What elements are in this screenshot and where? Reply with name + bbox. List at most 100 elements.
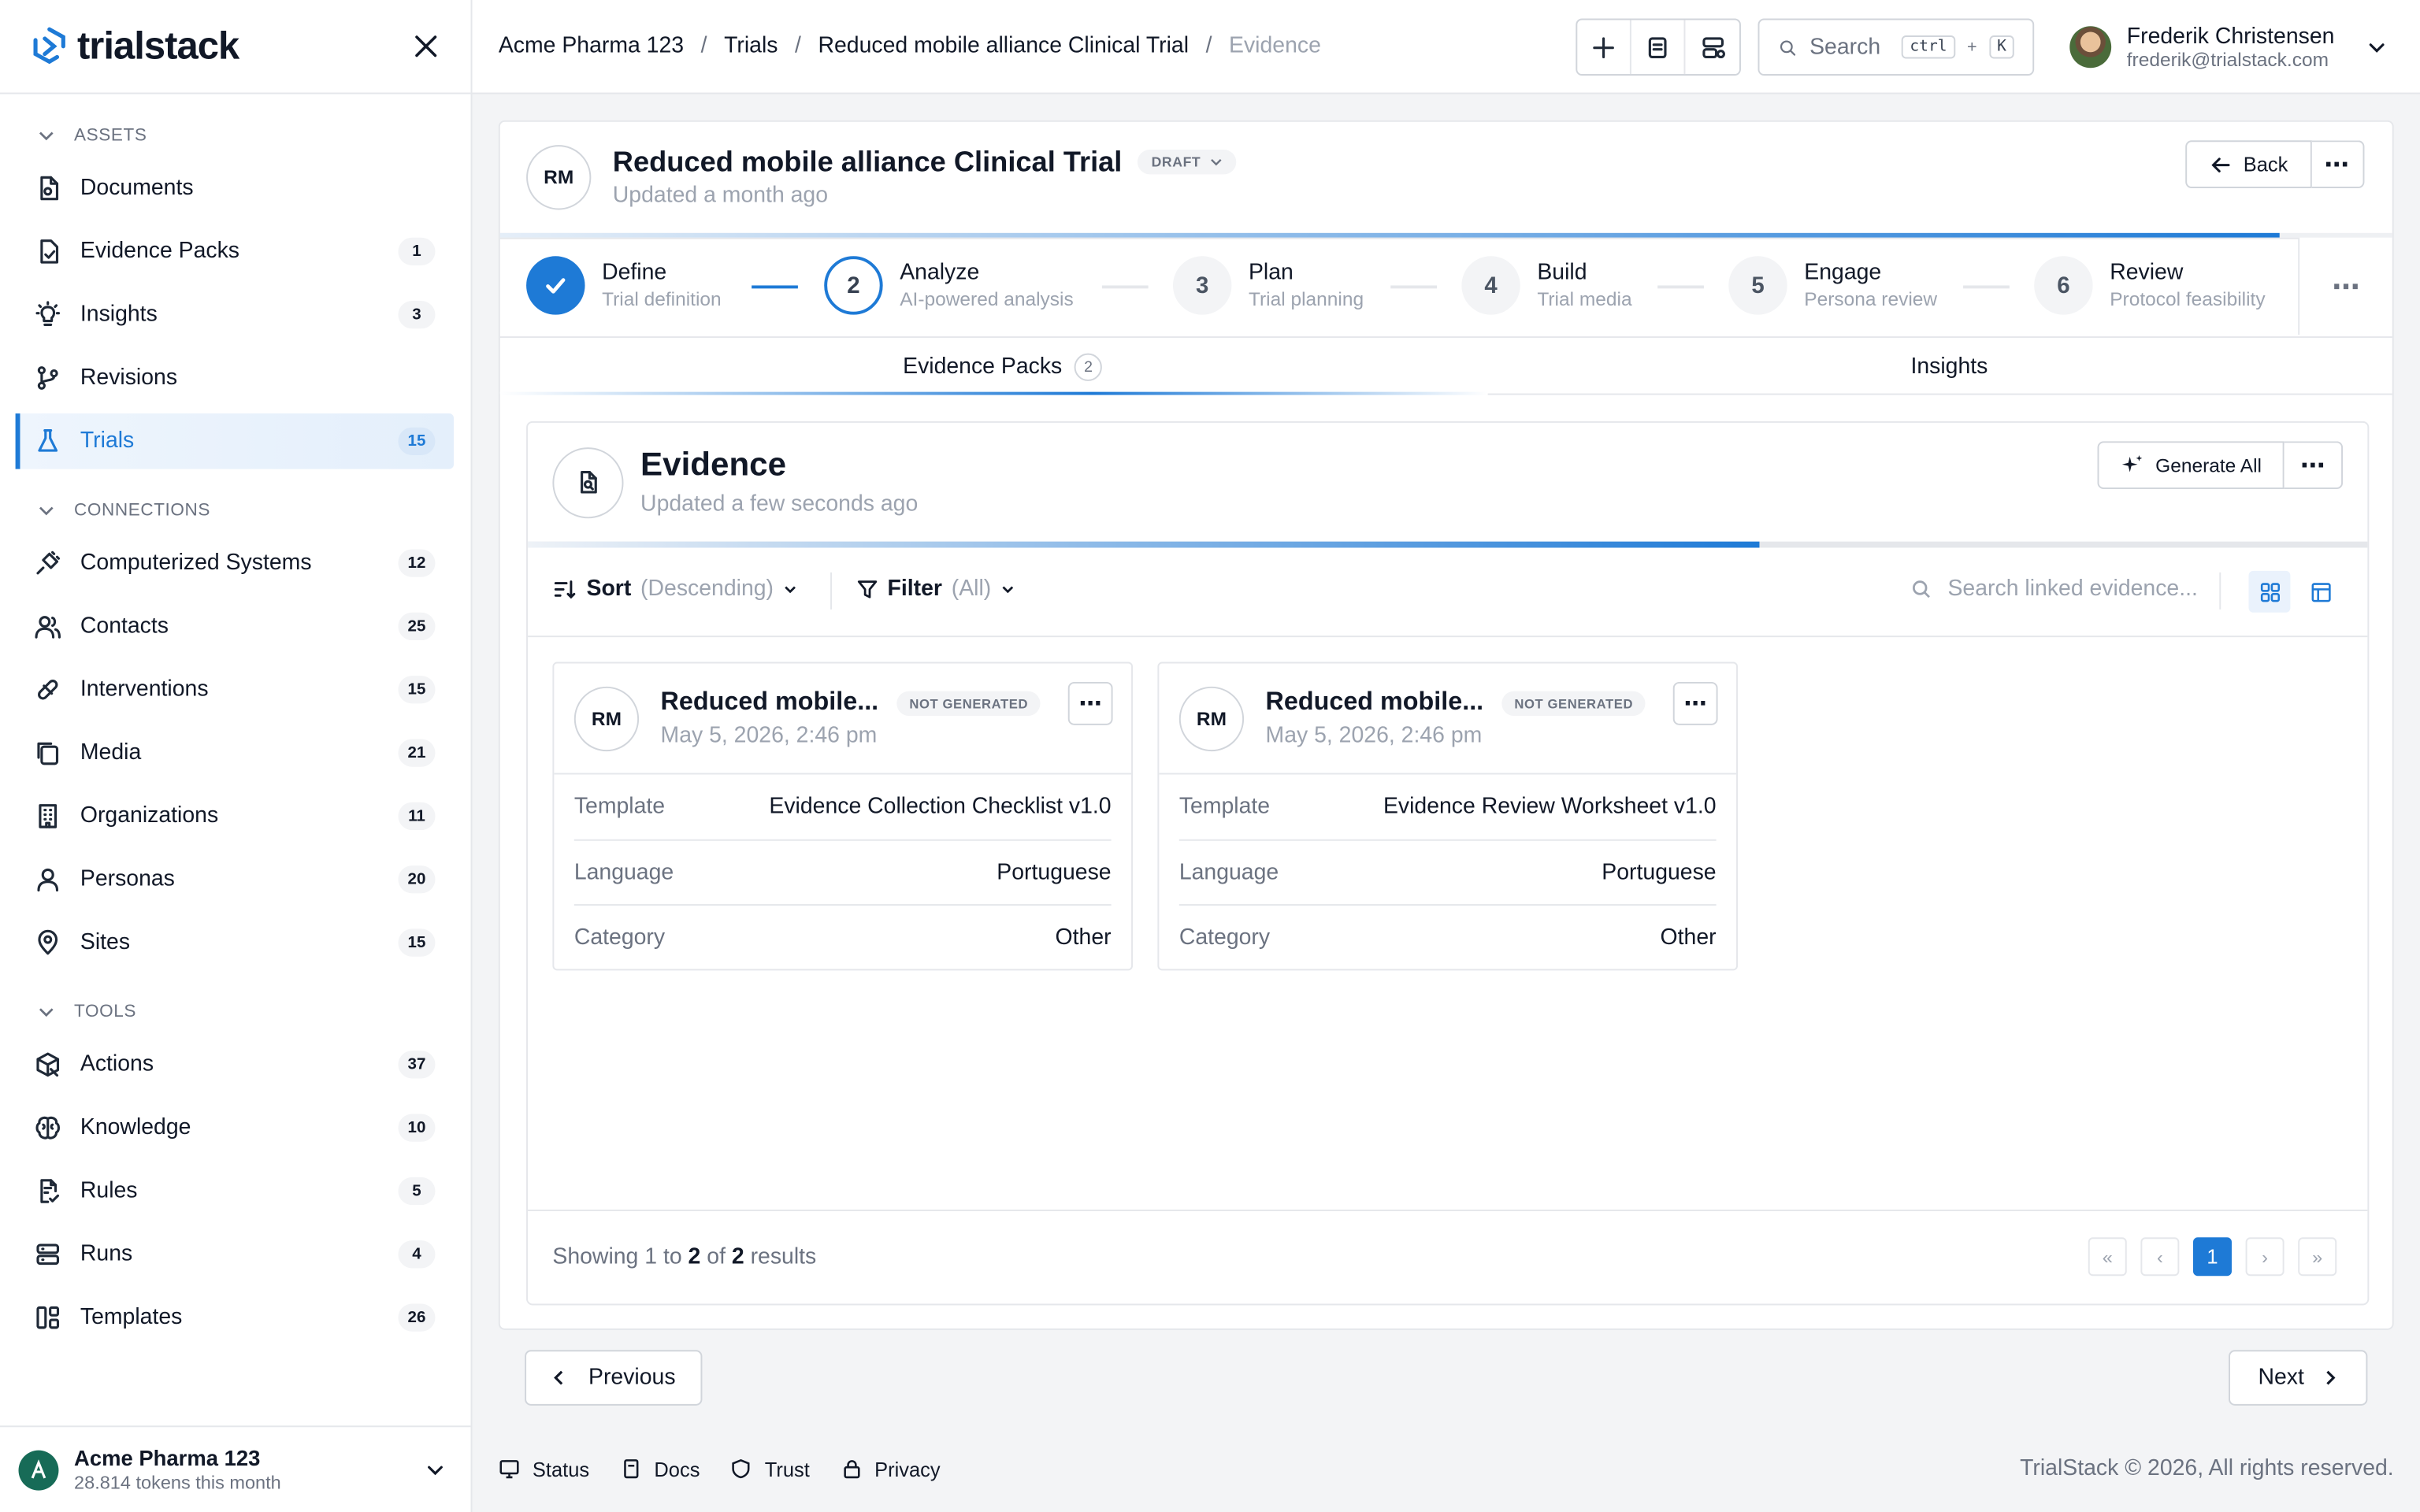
sidebar-item-trials[interactable]: Trials 15 — [15, 413, 454, 469]
user-menu[interactable]: Frederik Christensen frederik@trialstack… — [2069, 0, 2387, 94]
prev-page-button[interactable]: ‹ — [2140, 1237, 2180, 1277]
sidebar-item-rules[interactable]: Rules 5 — [16, 1163, 454, 1219]
breadcrumb-trials[interactable]: Trials — [724, 34, 778, 58]
logo-icon — [33, 27, 65, 65]
sidebar-section-tools[interactable]: TOOLS — [0, 997, 173, 1028]
step-plan[interactable]: 3 Plan Trial planning — [1172, 256, 1364, 315]
status-badge[interactable]: DRAFT — [1137, 150, 1237, 175]
global-search[interactable]: Search ctrl + K — [1757, 18, 2035, 76]
sidebar-item-knowledge[interactable]: Knowledge 10 — [16, 1100, 454, 1156]
trial-more-button[interactable]: ⋯ — [2311, 140, 2365, 189]
footer-status-link[interactable]: Status — [499, 1457, 589, 1480]
close-sidebar-icon[interactable] — [412, 32, 440, 60]
step-define[interactable]: Define Trial definition — [526, 256, 722, 315]
previous-button[interactable]: Previous — [525, 1350, 703, 1406]
sidebar-item-sites[interactable]: Sites 15 — [16, 915, 454, 971]
breadcrumb-org[interactable]: Acme Pharma 123 — [499, 34, 684, 58]
sidebar-item-runs[interactable]: Runs 4 — [16, 1227, 454, 1283]
logo[interactable]: trialstack — [31, 24, 239, 69]
lightbulb-icon — [35, 301, 61, 326]
field-value: Other — [1055, 925, 1112, 950]
next-page-button[interactable]: › — [2245, 1237, 2285, 1277]
evidence-card-field: Category Other — [1178, 904, 1717, 969]
linked-evidence-search[interactable]: Search linked evidence... — [1910, 577, 2198, 602]
footer-trust-link[interactable]: Trust — [731, 1457, 810, 1480]
filter-dropdown[interactable]: Filter (All) — [856, 577, 1015, 602]
step-engage[interactable]: 5 Engage Persona review — [1728, 256, 1937, 315]
step-title: Plan — [1248, 260, 1294, 285]
stepper-more-button[interactable]: ⋯ — [2298, 239, 2392, 335]
sidebar-item-personas[interactable]: Personas 20 — [16, 851, 454, 907]
org-switcher[interactable]: Acme Pharma 123 28.814 tokens this month — [0, 1425, 471, 1512]
table-view-button[interactable] — [2299, 571, 2341, 613]
evidence-card[interactable]: RM Reduced mobile... NOT GENERATED May 5… — [552, 662, 1134, 971]
file-search-icon — [581, 470, 597, 494]
step-connector — [1101, 285, 1149, 289]
evidence-updated: Updated a few seconds ago — [640, 491, 919, 517]
sidebar-item-count: 15 — [398, 928, 436, 957]
footer-docs-link[interactable]: Docs — [620, 1457, 700, 1480]
evidence-card-title[interactable]: Reduced mobile... — [661, 688, 879, 717]
generate-all-button[interactable]: Generate All — [2097, 441, 2285, 490]
chevron-down-icon — [428, 1465, 443, 1475]
breadcrumb-trial[interactable]: Reduced mobile alliance Clinical Trial — [818, 34, 1189, 58]
footer-privacy-link[interactable]: Privacy — [841, 1457, 941, 1480]
shield-icon — [733, 1458, 751, 1479]
footer: Status Docs Trust Privacy TrialStack © 2… — [499, 1441, 2394, 1497]
server-button[interactable] — [1685, 20, 1739, 74]
box-icon — [36, 1052, 60, 1077]
grid-view-button[interactable] — [2248, 570, 2291, 613]
breadcrumb: Acme Pharma 123 / Trials / Reduced mobil… — [498, 34, 1321, 59]
stepper: Define Trial definition 2 Analyze AI-pow… — [499, 237, 2300, 335]
pill-icon — [38, 680, 58, 700]
add-button[interactable] — [1577, 20, 1631, 75]
step-subtitle: Protocol feasibility — [2110, 287, 2266, 309]
chevron-down-icon — [2368, 43, 2384, 52]
step-analyze[interactable]: 2 Analyze AI-powered analysis — [824, 256, 1074, 315]
field-label: Category — [1178, 925, 1271, 950]
sidebar-item-revisions[interactable]: Revisions — [16, 350, 454, 406]
field-label: Language — [573, 860, 674, 885]
sidebar-item-contacts[interactable]: Contacts 25 — [16, 598, 454, 654]
tab-evidence-packs[interactable]: Evidence Packs 2 — [903, 338, 1103, 396]
sidebar-item-organizations[interactable]: Organizations 11 — [16, 788, 454, 844]
document-icon — [40, 176, 59, 201]
sidebar-item-insights[interactable]: Insights 3 — [16, 287, 454, 343]
step-number: 4 — [1461, 256, 1520, 315]
evidence-card[interactable]: RM Reduced mobile... NOT GENERATED May 5… — [1157, 662, 1739, 971]
tab-insights[interactable]: Insights — [1910, 338, 1988, 396]
sidebar-item-documents[interactable]: Documents — [16, 161, 454, 217]
sidebar-item-computerized-systems[interactable]: Computerized Systems 12 — [16, 536, 454, 591]
evidence-card-field: Template Evidence Collection Checklist v… — [574, 775, 1112, 839]
tab-label: Evidence Packs — [903, 354, 1063, 380]
last-page-button[interactable]: » — [2298, 1237, 2337, 1277]
step-review[interactable]: 6 Review Protocol feasibility — [2034, 256, 2266, 315]
sidebar-section-connections[interactable]: CONNECTIONS — [0, 495, 247, 526]
evidence-more-button[interactable]: ⋯ — [2284, 441, 2344, 490]
page-button[interactable]: 1 — [2192, 1237, 2232, 1277]
notes-button[interactable] — [1631, 20, 1686, 75]
first-page-button[interactable]: « — [2088, 1237, 2127, 1277]
sidebar-item-evidence-packs[interactable]: Evidence Packs 1 — [16, 224, 454, 280]
pagination-suffix: results — [744, 1245, 817, 1270]
map-pin-icon — [38, 929, 58, 955]
git-branch-icon — [37, 366, 58, 390]
kbd-k: K — [1989, 35, 2014, 59]
sidebar-section-assets[interactable]: ASSETS — [0, 120, 184, 151]
evidence-card-more-button[interactable]: ⋯ — [1067, 681, 1113, 725]
evidence-card-title[interactable]: Reduced mobile... — [1266, 688, 1484, 717]
filter-value: (All) — [951, 576, 992, 602]
sidebar-item-templates[interactable]: Templates 26 — [16, 1290, 454, 1346]
next-button-label: Next — [2258, 1365, 2304, 1391]
evidence-card-avatar: RM — [573, 686, 640, 752]
step-build[interactable]: 4 Build Trial media — [1461, 256, 1632, 315]
back-button[interactable]: Back — [2185, 140, 2312, 189]
sort-dropdown[interactable]: Sort (Descending) — [552, 577, 798, 602]
sidebar-item-actions[interactable]: Actions 37 — [16, 1037, 454, 1093]
next-button[interactable]: Next — [2229, 1350, 2368, 1406]
kbd-ctrl: ctrl — [1902, 35, 1955, 59]
sidebar-item-interventions[interactable]: Interventions 15 — [16, 662, 454, 717]
field-value: Portuguese — [1602, 860, 1717, 885]
sidebar-item-media[interactable]: Media 21 — [16, 725, 454, 781]
evidence-card-more-button[interactable]: ⋯ — [1672, 681, 1718, 725]
